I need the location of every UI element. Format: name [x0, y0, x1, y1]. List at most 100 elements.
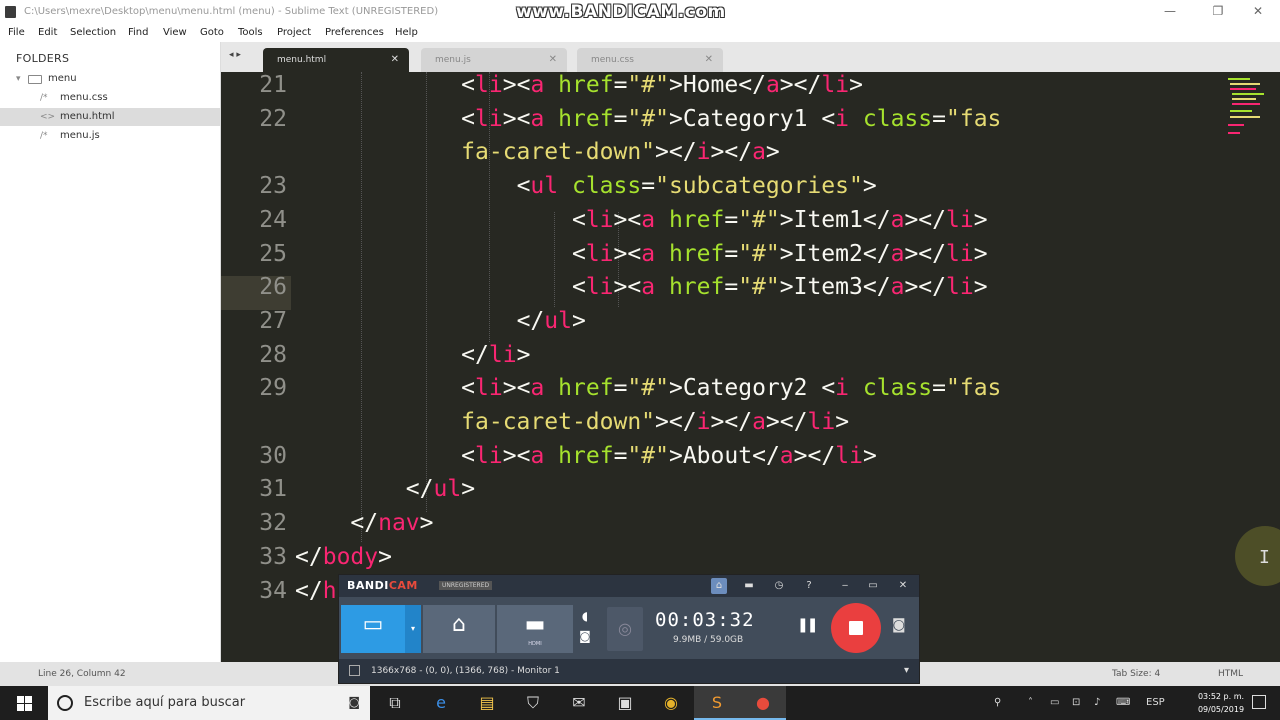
home-icon[interactable]: ⌂	[711, 578, 727, 594]
menu-project[interactable]: Project	[277, 24, 311, 42]
folders-sidebar: FOLDERS ▾ menu /* menu.css <> menu.html …	[0, 42, 221, 662]
close-icon[interactable]: ✕	[895, 578, 911, 594]
chrome-icon[interactable]: ◉	[648, 686, 694, 720]
minimap[interactable]	[1228, 74, 1268, 144]
keyboard-icon[interactable]: ⌨	[1116, 686, 1130, 720]
tab-size[interactable]: Tab Size: 4	[1112, 662, 1160, 686]
menu-find[interactable]: Find	[128, 24, 149, 42]
chevron-down-icon[interactable]: ▾	[904, 659, 909, 683]
store-icon[interactable]: ⛉	[510, 686, 556, 720]
mail-icon[interactable]: ✉	[556, 686, 602, 720]
close-tab-icon[interactable]: ✕	[549, 48, 557, 72]
region-checkbox[interactable]	[349, 665, 360, 676]
line-number: 24	[259, 206, 287, 233]
syntax-mode[interactable]: HTML	[1218, 662, 1243, 686]
menu-edit[interactable]: Edit	[38, 24, 57, 42]
code-line[interactable]: </body>	[295, 544, 392, 570]
sublime-icon[interactable]: S	[694, 686, 740, 720]
taskbar-search[interactable]: Escribe aquí para buscar ◙	[48, 686, 370, 720]
notification-icon[interactable]	[1252, 695, 1266, 709]
menu-preferences[interactable]: Preferences	[325, 24, 384, 42]
people-icon[interactable]: ⚲	[994, 686, 1001, 720]
stop-record-button[interactable]	[831, 603, 881, 653]
code-line[interactable]: <li><a href="#">Category2 <i class="fas	[295, 375, 1001, 401]
terminal-icon[interactable]: ▣	[602, 686, 648, 720]
recording-time: 00:03:32	[655, 609, 755, 631]
webcam-icon[interactable]: ◎	[607, 607, 643, 651]
close-tab-icon[interactable]: ✕	[391, 48, 399, 72]
start-button[interactable]	[0, 686, 48, 720]
sidebar-file-menu-css[interactable]: /* menu.css	[0, 89, 221, 107]
game-mode-button[interactable]: ⌂	[423, 605, 495, 653]
close-button[interactable]: ✕	[1236, 0, 1280, 24]
close-tab-icon[interactable]: ✕	[705, 48, 713, 72]
minimize-icon[interactable]: ‒	[837, 578, 853, 594]
tab-bar: ◂ ▸ menu.html ✕ menu.js ✕ menu.css ✕	[221, 42, 1280, 72]
code-line[interactable]: <li><a href="#">Item2</a></li>	[295, 241, 988, 267]
microphone-icon[interactable]: ◙	[348, 695, 360, 709]
maximize-button[interactable]: ❐	[1196, 0, 1240, 24]
menu-goto[interactable]: Goto	[200, 24, 224, 42]
code-line[interactable]: <li><a href="#">Item3</a></li>	[295, 274, 988, 300]
tab-menu-css[interactable]: menu.css ✕	[577, 48, 723, 72]
compact-icon[interactable]: ▭	[865, 578, 881, 594]
code-line[interactable]: <li><a href="#">Home</a></li>	[295, 72, 863, 98]
edge-icon[interactable]: e	[418, 686, 464, 720]
file-explorer-icon[interactable]: ▤	[464, 686, 510, 720]
minimize-button[interactable]: —	[1148, 0, 1192, 24]
menu-tools[interactable]: Tools	[238, 24, 263, 42]
sublime-app-icon	[5, 6, 16, 18]
bandicam-icon[interactable]: ●	[740, 686, 786, 720]
volume-icon[interactable]: ♪	[1094, 686, 1100, 720]
bandicam-logo: BANDICAM	[347, 579, 418, 592]
screenshot-camera-icon[interactable]: ◙	[892, 617, 906, 633]
battery-icon[interactable]: ▭	[1050, 686, 1059, 720]
code-line[interactable]: fa-caret-down"></i></a>	[295, 139, 780, 165]
bandicam-watermark: www.BANDICAM.com	[516, 2, 726, 22]
sidebar-file-menu-html[interactable]: <> menu.html	[0, 108, 221, 126]
folder-icon[interactable]: ▬	[741, 578, 757, 594]
tab-menu-js[interactable]: menu.js ✕	[421, 48, 567, 72]
clock-icon[interactable]: ◷	[771, 578, 787, 594]
code-line[interactable]: <li><a href="#">Category1 <i class="fas	[295, 106, 1001, 132]
mouse-cursor-highlight	[1235, 526, 1280, 586]
pause-icon[interactable]: ❚❚	[797, 617, 819, 633]
chevron-up-icon[interactable]: ˄	[1028, 686, 1033, 720]
line-number: 23	[259, 173, 287, 200]
network-icon[interactable]: ⊡	[1072, 686, 1080, 720]
device-mode-button[interactable]: ▬ HDMI	[497, 605, 573, 653]
task-view-icon[interactable]: ⧉	[372, 686, 418, 720]
file-label: menu.js	[60, 130, 100, 141]
code-line[interactable]: <li><a href="#">About</a></li>	[295, 443, 877, 469]
tab-nav-arrows-icon[interactable]: ◂ ▸	[229, 50, 241, 60]
expand-arrow-icon[interactable]: ▾	[16, 70, 21, 88]
language-indicator[interactable]: ESP	[1146, 686, 1165, 720]
speaker-icon[interactable]: ◖	[577, 609, 593, 629]
help-icon[interactable]: ?	[801, 578, 817, 594]
sidebar-folder-menu[interactable]: ▾ menu	[0, 70, 221, 88]
menu-help[interactable]: Help	[395, 24, 418, 42]
screen-mode-button[interactable]: ▭	[341, 605, 405, 653]
js-file-icon: /*	[40, 131, 48, 141]
code-line[interactable]: </h	[295, 578, 337, 604]
mode-dropdown-icon[interactable]: ▾	[405, 605, 421, 653]
stop-icon	[849, 621, 863, 635]
menu-view[interactable]: View	[163, 24, 187, 42]
menu-file[interactable]: File	[8, 24, 25, 42]
code-line[interactable]: <li><a href="#">Item1</a></li>	[295, 207, 988, 233]
line-number: 27	[259, 307, 287, 334]
sidebar-file-menu-js[interactable]: /* menu.js	[0, 127, 221, 145]
menu-selection[interactable]: Selection	[70, 24, 116, 42]
code-line[interactable]: </li>	[295, 342, 530, 368]
code-line[interactable]: </ul>	[295, 308, 586, 334]
taskbar-clock[interactable]: 03:52 p. m. 09/05/2019	[1196, 690, 1246, 716]
code-line[interactable]: fa-caret-down"></i></a></li>	[295, 409, 849, 435]
tab-menu-html[interactable]: menu.html ✕	[263, 48, 409, 72]
code-line[interactable]: </nav>	[295, 510, 433, 536]
bandicam-header: BANDICAM UNREGISTERED ⌂ ▬ ◷ ? ‒ ▭ ✕	[339, 575, 919, 597]
microphone-icon[interactable]: ◙	[577, 629, 593, 649]
cursor-position[interactable]: Line 26, Column 42	[38, 662, 126, 686]
tab-label: menu.css	[591, 55, 634, 65]
code-line[interactable]: <ul class="subcategories">	[295, 173, 877, 199]
code-line[interactable]: </ul>	[295, 476, 475, 502]
